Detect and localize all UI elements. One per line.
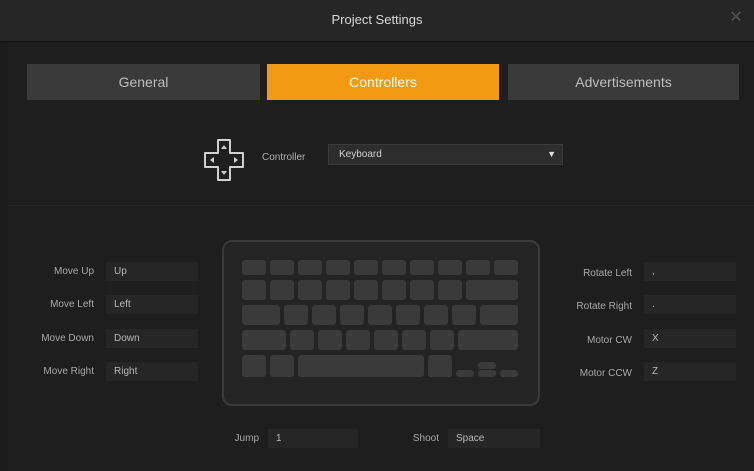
section-divider [8,205,754,206]
keyboard-key [326,280,350,300]
tab-general[interactable]: General [27,64,260,100]
keyboard-key [458,330,518,350]
keyboard-key [242,280,266,300]
binding-field-rotate-left[interactable]: , [644,262,736,281]
keyboard-key [354,260,378,275]
keyboard-key [424,305,448,325]
binding-field-rotate-right[interactable]: . [644,295,736,314]
binding-label-rotate-right: Rotate Right [576,301,632,312]
tab-controllers[interactable]: Controllers [267,64,499,100]
keyboard-key [242,260,266,275]
keyboard-key [396,305,420,325]
keyboard-key [242,355,266,377]
keyboard-key [438,280,462,300]
keyboard-spacebar [298,355,424,377]
keyboard-key [318,330,342,350]
binding-field-move-down[interactable]: Down [106,329,198,348]
keyboard-key [270,280,294,300]
binding-field-move-right[interactable]: Right [106,362,198,381]
keyboard-key [298,260,322,275]
binding-field-move-left[interactable]: Left [106,295,198,314]
keyboard-key [402,330,426,350]
keyboard-key [494,260,518,275]
keyboard-key [270,260,294,275]
keyboard-key [284,305,308,325]
chevron-down-icon: ▼ [547,149,556,159]
keyboard-key [480,305,518,325]
binding-label-motor-ccw: Motor CCW [579,368,632,379]
controller-select[interactable]: Keyboard ▼ [328,144,563,165]
keyboard-key [438,260,462,275]
binding-label-rotate-left: Rotate Left [583,268,632,279]
dpad-icon [204,139,244,181]
close-icon[interactable]: ✕ [728,10,744,26]
keyboard-key [340,305,364,325]
keyboard-arrow-key [478,362,496,369]
controller-label: Controller [262,152,306,163]
binding-label-move-right: Move Right [43,366,94,377]
binding-label-move-down: Move Down [41,333,94,344]
window-title: Project Settings [331,12,423,27]
keyboard-key [430,330,454,350]
keyboard-key [368,305,392,325]
keyboard-key [410,260,434,275]
keyboard-key [374,330,398,350]
keyboard-key [312,305,336,325]
keyboard-key [290,330,314,350]
keyboard-key [452,305,476,325]
keyboard-key [346,330,370,350]
binding-field-motor-ccw[interactable]: Z [644,362,736,381]
keyboard-key [466,260,490,275]
binding-field-jump[interactable]: 1 [268,429,358,448]
keyboard-key [410,280,434,300]
controller-row: Controller Keyboard ▼ [200,138,580,181]
title-bar: Project Settings ✕ [0,0,754,42]
keyboard-key [326,260,350,275]
binding-label-move-up: Move Up [53,266,94,277]
keyboard-arrow-key [500,370,518,377]
keyboard-illustration [222,240,540,406]
keyboard-key [382,280,406,300]
keyboard-key [270,355,294,377]
keyboard-key [382,260,406,275]
binding-field-shoot[interactable]: Space [448,429,540,448]
binding-label-motor-cw: Motor CW [587,335,632,346]
keyboard-key [428,355,452,377]
binding-label-move-left: Move Left [50,299,94,310]
binding-field-move-up[interactable]: Up [106,262,198,281]
keyboard-key [242,330,286,350]
tab-advertisements[interactable]: Advertisements [508,64,739,100]
controller-select-value: Keyboard [339,149,382,160]
keyboard-key [466,280,518,300]
keyboard-key [354,280,378,300]
keyboard-key [298,280,322,300]
binding-label-shoot: Shoot [412,433,439,444]
binding-field-motor-cw[interactable]: X [644,329,736,348]
binding-label-jump: Jump [234,433,259,444]
keyboard-arrow-key [456,370,474,377]
keyboard-key [242,305,280,325]
keyboard-arrow-key [478,370,496,377]
